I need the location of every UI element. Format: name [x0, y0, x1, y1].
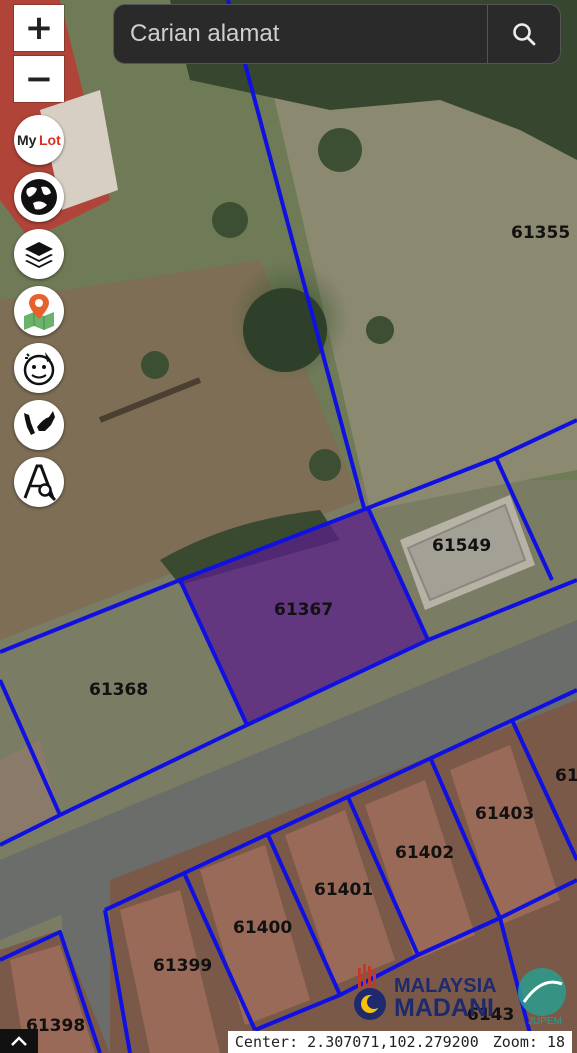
clear-button[interactable] — [14, 343, 64, 393]
search-button[interactable] — [487, 5, 560, 63]
lot-label-61549: 61549 — [432, 536, 491, 556]
lot-label-61402: 61402 — [395, 843, 454, 863]
satellite-map[interactable]: 61355 61549 61367 61368 61403 61 61402 6… — [0, 0, 577, 1053]
chevron-up-icon — [11, 1036, 27, 1046]
jupem-logo: JUPEM — [518, 968, 566, 1027]
zoom-level: Zoom: 18 — [492, 1033, 565, 1051]
zoom-in-button[interactable]: + — [14, 5, 64, 51]
lot-label-614xx: 61 — [555, 766, 577, 786]
basemap-button[interactable] — [14, 172, 64, 222]
svg-text:Lot: Lot — [39, 132, 61, 148]
lot-label-61367: 61367 — [274, 600, 333, 620]
svg-text:JUPEM: JUPEM — [528, 1016, 562, 1027]
malaysia-map-icon — [24, 411, 55, 435]
address-search-input[interactable] — [114, 19, 502, 49]
svg-text:MADANI: MADANI — [394, 994, 494, 1022]
mylot-button[interactable]: My Lot — [14, 115, 64, 165]
search-icon — [513, 23, 536, 46]
globe-icon — [21, 179, 57, 215]
lot-label-61368: 61368 — [89, 680, 148, 700]
collapse-button[interactable] — [0, 1029, 38, 1053]
location-button[interactable] — [14, 286, 64, 336]
lot-label-61403: 61403 — [475, 804, 534, 824]
measure-search-button[interactable] — [14, 457, 64, 507]
lot-label-61401: 61401 — [314, 880, 373, 900]
malaysia-madani-logo: MALAYSIA MADANI JUPEM — [354, 964, 566, 1027]
layers-icon — [25, 242, 53, 268]
plus-icon: + — [24, 8, 54, 48]
lot-label-61399: 61399 — [153, 956, 212, 976]
zoom-out-button[interactable]: − — [14, 56, 64, 102]
svg-text:My: My — [17, 132, 37, 148]
clear-icon — [23, 352, 55, 386]
measure-search-icon — [23, 464, 57, 502]
malaysia-button[interactable] — [14, 400, 64, 450]
mylot-icon: My Lot — [17, 132, 61, 148]
center-coordinates: Center: 2.307071,102.279200 — [234, 1033, 479, 1051]
map-pin-icon — [24, 294, 54, 330]
lot-label-61355: 61355 — [511, 223, 570, 243]
lot-label-61400: 61400 — [233, 918, 292, 938]
minus-icon: − — [24, 59, 54, 99]
map-status-bar: Center: 2.307071,102.279200 Zoom: 18 — [227, 1031, 572, 1053]
address-search-bar — [113, 4, 561, 64]
layers-button[interactable] — [14, 229, 64, 279]
